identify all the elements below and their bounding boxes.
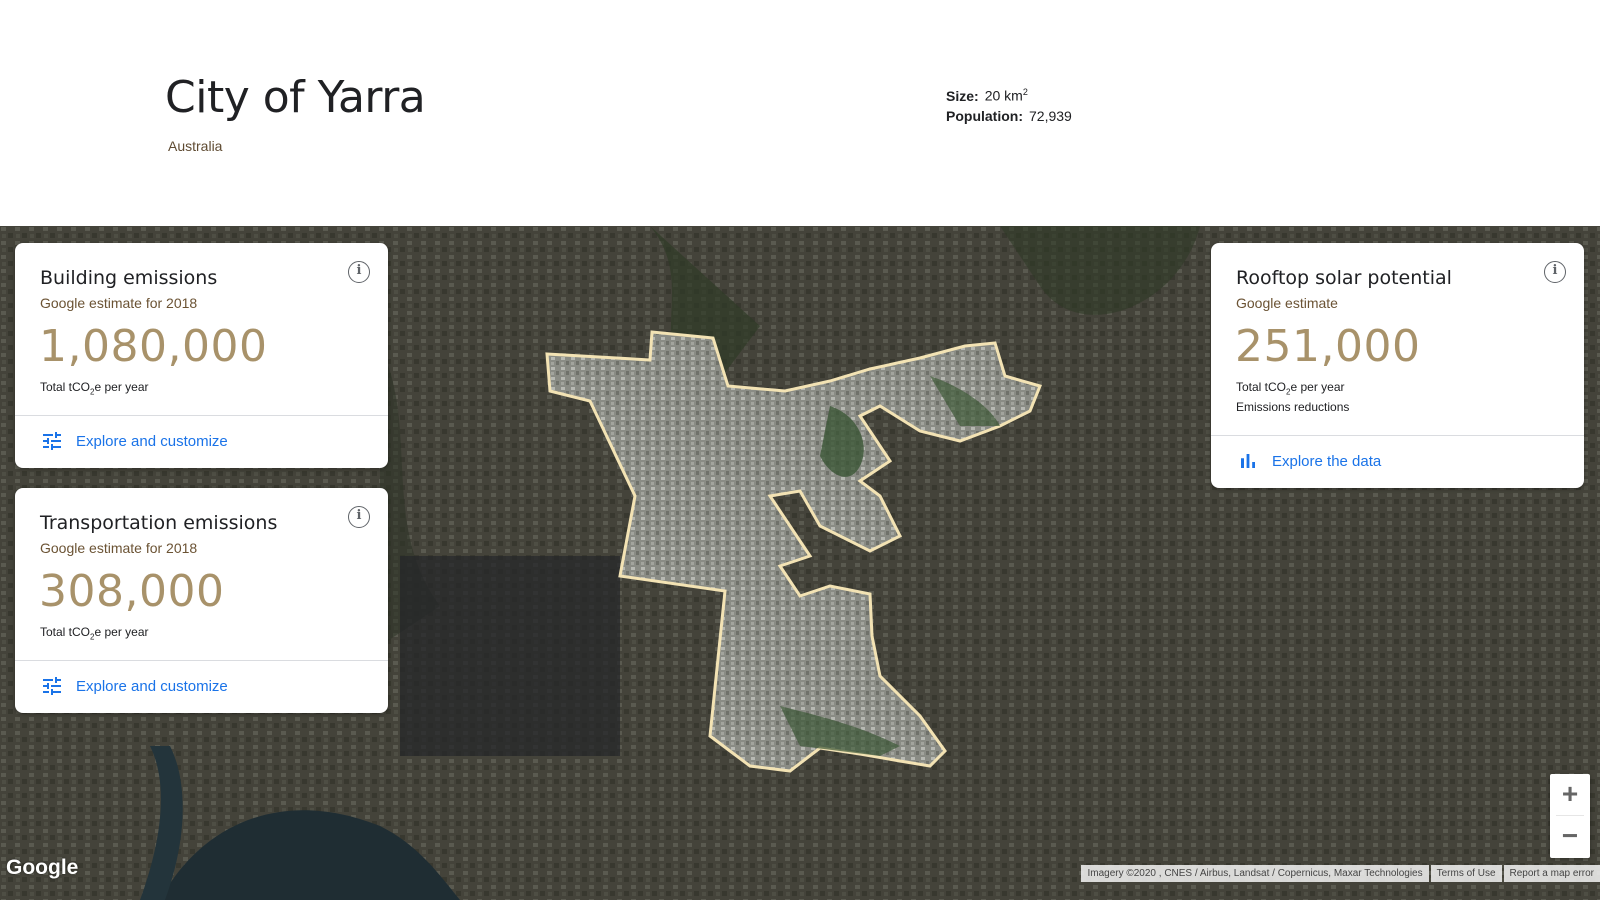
card-divider xyxy=(15,660,388,661)
card-title: Building emissions xyxy=(40,267,218,289)
zoom-control: + − xyxy=(1550,774,1590,858)
page-header: City of Yarra Australia Size: 20 km2 Popu… xyxy=(0,0,1600,226)
building-emissions-card: Building emissions Google estimate for 2… xyxy=(15,243,388,468)
report-error-link[interactable]: Report a map error xyxy=(1503,865,1600,882)
card-divider xyxy=(1211,435,1584,436)
card-title: Rooftop solar potential xyxy=(1236,267,1452,289)
population-label: Population: xyxy=(946,107,1023,124)
unit-suffix: e per year xyxy=(94,625,149,639)
unit-prefix: Total tCO xyxy=(1236,380,1287,394)
zoom-out-button[interactable]: − xyxy=(1550,816,1590,856)
city-stats: Size: 20 km2 Population: 72,939 xyxy=(946,82,1072,126)
unit-suffix: e per year xyxy=(1290,380,1345,394)
explore-data-button[interactable]: Explore the data xyxy=(1236,449,1381,473)
card-note: Emissions reductions xyxy=(1236,400,1350,414)
map-attribution: Imagery ©2020 , CNES / Airbus, Landsat /… xyxy=(1079,865,1600,882)
card-title: Transportation emissions xyxy=(40,512,278,534)
info-icon[interactable]: i xyxy=(348,506,370,528)
card-value: 308,000 xyxy=(39,566,225,617)
size-label: Size: xyxy=(946,87,979,104)
population-stat: Population: 72,939 xyxy=(946,106,1072,126)
satellite-map[interactable]: Building emissions Google estimate for 2… xyxy=(0,226,1600,900)
unit-prefix: Total tCO xyxy=(40,380,91,394)
card-subtitle: Google estimate for 2018 xyxy=(40,540,198,556)
card-value: 251,000 xyxy=(1235,321,1421,372)
action-label: Explore the data xyxy=(1272,452,1382,470)
page-title: City of Yarra xyxy=(165,72,426,123)
info-icon[interactable]: i xyxy=(1544,261,1566,283)
bar-chart-icon xyxy=(1241,454,1255,468)
imagery-credit: Imagery ©2020 , CNES / Airbus, Landsat /… xyxy=(1081,865,1429,882)
size-value: 20 km xyxy=(984,87,1023,104)
card-value: 1,080,000 xyxy=(39,321,268,372)
card-unit: Total tCO2e per year xyxy=(1236,380,1345,396)
transportation-emissions-card: Transportation emissions Google estimate… xyxy=(15,488,388,713)
card-divider xyxy=(15,415,388,416)
explore-customize-button[interactable]: Explore and customize xyxy=(40,674,228,698)
size-superscript: 2 xyxy=(1022,87,1028,97)
action-label: Explore and customize xyxy=(76,677,228,695)
google-logo[interactable]: Google xyxy=(6,856,78,880)
zoom-in-button[interactable]: + xyxy=(1550,774,1590,814)
info-icon[interactable]: i xyxy=(348,261,370,283)
action-label: Explore and customize xyxy=(76,432,228,450)
terms-link[interactable]: Terms of Use xyxy=(1430,865,1502,882)
explore-customize-button[interactable]: Explore and customize xyxy=(40,429,228,453)
card-subtitle: Google estimate xyxy=(1236,295,1338,311)
card-unit: Total tCO2e per year xyxy=(40,380,149,396)
card-subtitle: Google estimate for 2018 xyxy=(40,295,198,311)
rooftop-solar-card: Rooftop solar potential Google estimate … xyxy=(1211,243,1584,488)
size-stat: Size: 20 km2 xyxy=(946,82,1072,106)
tune-icon xyxy=(43,677,61,695)
population-value: 72,939 xyxy=(1029,107,1072,124)
unit-suffix: e per year xyxy=(94,380,149,394)
card-unit: Total tCO2e per year xyxy=(40,625,149,641)
tune-icon xyxy=(43,432,61,450)
country-label: Australia xyxy=(168,138,223,154)
unit-prefix: Total tCO xyxy=(40,625,91,639)
